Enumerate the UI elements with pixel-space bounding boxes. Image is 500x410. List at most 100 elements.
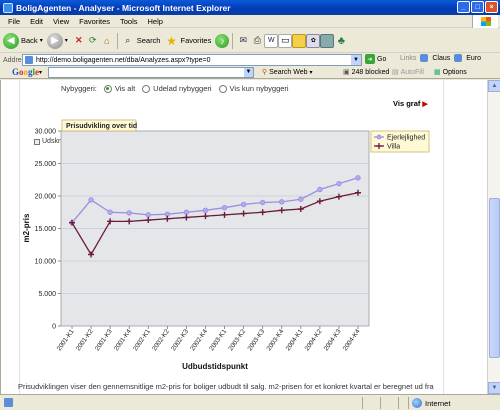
menu-favorites[interactable]: Favorites: [74, 17, 115, 26]
media-icon[interactable]: ♪: [215, 33, 230, 48]
minimize-button[interactable]: _: [457, 1, 470, 13]
google-search-input[interactable]: ▼: [48, 67, 254, 78]
status-bar: Internet: [0, 394, 500, 410]
data-point: [336, 180, 342, 187]
data-point: [126, 210, 132, 216]
blocked-label: 248 blocked: [351, 68, 390, 76]
x-tick-label: 2002-K3: [170, 328, 190, 352]
y-tick-label: 0: [52, 324, 56, 331]
legend-marker: [376, 134, 382, 140]
y-tick-label: 20.000: [35, 194, 57, 201]
y-tick-label: 30.000: [35, 129, 57, 136]
maximize-button[interactable]: □: [471, 1, 484, 13]
menu-file[interactable]: File: [0, 17, 25, 26]
autofill-icon: ▤: [392, 69, 399, 76]
go-arrow-icon: ➜: [365, 54, 375, 64]
options-button[interactable]: ▦ Options: [434, 68, 467, 77]
favorites-button[interactable]: ★ Favorites: [164, 34, 211, 48]
autofill-button[interactable]: ▤ AutoFill: [392, 68, 424, 77]
page-content: Nybyggeri: Vis alt Udelad nybyggeri Vis …: [0, 80, 487, 394]
data-point: [240, 201, 247, 208]
back-button[interactable]: ◀ Back ▾: [3, 32, 43, 49]
x-tick-label: 2004-K2: [304, 328, 324, 352]
x-tick-label: 2003-K1: [208, 328, 228, 352]
edit-icon[interactable]: W: [264, 33, 279, 48]
popup-blocker-button[interactable]: ▣ 248 blocked: [343, 68, 390, 77]
google-toolbar: Google ▾ ▼ ⚲ Search Web ▾ ▣ 248 blocked …: [0, 66, 500, 79]
toolbar-separator: [116, 32, 118, 49]
x-tick-label: 2001-K3: [94, 328, 114, 352]
menu-edit[interactable]: Edit: [25, 17, 48, 26]
forward-arrow-icon: ▶: [46, 32, 63, 49]
menu-help[interactable]: Help: [143, 17, 168, 26]
scroll-up-button[interactable]: ▲: [488, 80, 500, 92]
star-icon: ★: [166, 33, 177, 48]
mail-icon[interactable]: ✉: [236, 34, 250, 48]
link-euro[interactable]: Euro: [466, 55, 481, 62]
globe-icon: [412, 398, 422, 408]
discuss-icon[interactable]: ▭: [278, 33, 293, 48]
data-point: [317, 186, 323, 193]
menu-bar: File Edit View Favorites Tools Help: [0, 15, 500, 28]
go-label: Go: [377, 55, 387, 63]
data-point: [355, 175, 361, 181]
scroll-down-button[interactable]: ▼: [488, 382, 500, 394]
search-web-button[interactable]: ⚲ Search Web ▾: [262, 68, 313, 77]
link-claus[interactable]: Claus: [432, 55, 450, 62]
print-icon[interactable]: ⎙: [250, 34, 264, 48]
x-tick-label: 2001-K2: [75, 328, 95, 352]
address-bar: Address http://demo.boligagenten.net/dba…: [0, 54, 500, 66]
search-button[interactable]: ⌕ Search: [121, 34, 161, 48]
legend-label: Villa: [387, 144, 400, 151]
chevron-down-icon[interactable]: ▾: [39, 69, 42, 76]
refresh-icon[interactable]: ⟳: [86, 34, 100, 48]
x-tick-label: 2002-K4: [189, 328, 209, 352]
chart-title: Prisudvikling over tid: [66, 123, 137, 130]
links-bar: Links Claus Euro: [400, 54, 481, 62]
link-icon[interactable]: ♣: [334, 34, 348, 48]
home-icon[interactable]: ⌂: [100, 34, 114, 48]
status-divider: [408, 397, 409, 409]
windows-logo-icon: [472, 15, 498, 28]
options-icon: ▦: [434, 69, 441, 76]
data-point: [145, 212, 151, 218]
options-label: Options: [442, 68, 467, 76]
page-icon: [25, 56, 33, 64]
data-point: [107, 209, 113, 215]
x-tick-label: 2002-K2: [151, 328, 171, 352]
blocker-icon: ▣: [343, 69, 350, 76]
status-divider: [362, 397, 363, 409]
page-icon: [4, 398, 13, 407]
chevron-down-icon: ▾: [39, 38, 43, 44]
y-tick-label: 10.000: [35, 259, 57, 266]
y-tick-label: 25.000: [35, 161, 57, 168]
forward-button[interactable]: ▶ ▾: [46, 32, 68, 49]
security-zone: Internet: [412, 398, 450, 408]
go-button[interactable]: ➜ Go: [365, 54, 386, 64]
menu-view[interactable]: View: [48, 17, 74, 26]
messenger-icon[interactable]: ✿: [306, 33, 321, 48]
stop-icon[interactable]: ✕: [72, 34, 86, 48]
close-button[interactable]: ×: [485, 1, 498, 13]
address-input[interactable]: http://demo.boligagenten.net/dba/Analyze…: [22, 54, 362, 66]
window-title: BoligAgenten - Analyser - Microsoft Inte…: [16, 2, 231, 13]
chevron-down-icon: ▾: [64, 38, 68, 44]
search-icon: ⌕: [125, 35, 131, 45]
link-page-icon: [454, 54, 463, 62]
chevron-down-icon[interactable]: ▼: [244, 68, 253, 77]
toolbar-separator: [232, 32, 234, 49]
data-point: [202, 207, 209, 213]
search-label: Search: [136, 36, 161, 45]
binoculars-icon: ⚲: [262, 69, 268, 76]
chevron-down-icon[interactable]: ▼: [351, 55, 361, 65]
research-icon[interactable]: [320, 33, 335, 48]
menu-tools[interactable]: Tools: [115, 17, 143, 26]
vertical-scrollbar[interactable]: ▲ ▼: [487, 80, 500, 394]
data-point: [88, 197, 94, 203]
scroll-thumb[interactable]: [489, 198, 500, 358]
address-url: http://demo.boligagenten.net/dba/Analyze…: [36, 56, 211, 64]
x-tick-label: 2001-K1: [56, 328, 76, 352]
folder-icon[interactable]: [292, 33, 307, 48]
google-logo[interactable]: Google: [12, 67, 39, 77]
back-arrow-icon: ◀: [3, 32, 19, 49]
